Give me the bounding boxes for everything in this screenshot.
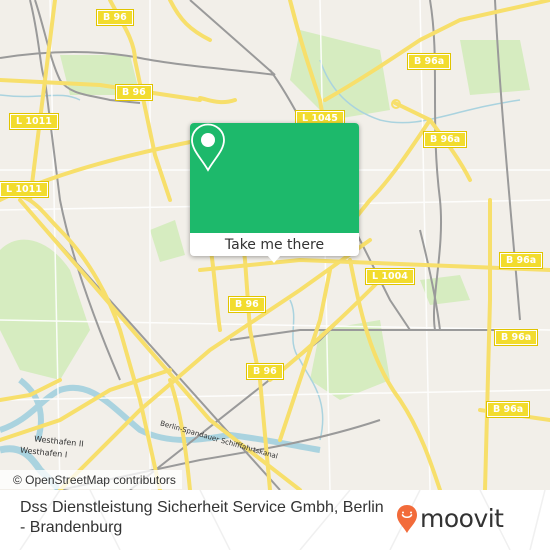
footer: Dss Dienstleistung Sicherheit Service Gm… <box>0 490 550 550</box>
road-shield: B 96 <box>96 9 134 26</box>
road-shield: B 96a <box>493 329 539 346</box>
moovit-wordmark: moovit <box>420 504 504 533</box>
attribution-text[interactable]: © OpenStreetMap contributors <box>13 473 176 487</box>
road-shield: B 96a <box>498 252 544 269</box>
road-shield: B 96a <box>422 131 468 148</box>
road-shield: B 96 <box>228 296 266 313</box>
popup-pointer <box>267 255 281 263</box>
moovit-logo[interactable]: moovit <box>396 504 504 534</box>
location-popup: Take me there <box>190 123 359 263</box>
road-shield: L 1011 <box>0 181 49 198</box>
road-shield: L 1011 <box>9 113 59 130</box>
road-shield: B 96a <box>485 401 531 418</box>
road-shield: B 96 <box>246 363 284 380</box>
road-shield: B 96 <box>115 84 153 101</box>
map[interactable]: B 96 B 96 L 1011 L 1011 B 96a L 1045 B 9… <box>0 0 550 490</box>
popup-header <box>190 123 359 233</box>
road-shield: L 1004 <box>365 268 415 285</box>
road-shield: B 96a <box>406 53 452 70</box>
place-name: Dss Dienstleistung Sicherheit Service Gm… <box>20 499 384 536</box>
map-pin-icon <box>191 123 225 172</box>
attribution[interactable]: © OpenStreetMap contributors <box>0 470 182 489</box>
moovit-pin-icon <box>397 505 417 533</box>
